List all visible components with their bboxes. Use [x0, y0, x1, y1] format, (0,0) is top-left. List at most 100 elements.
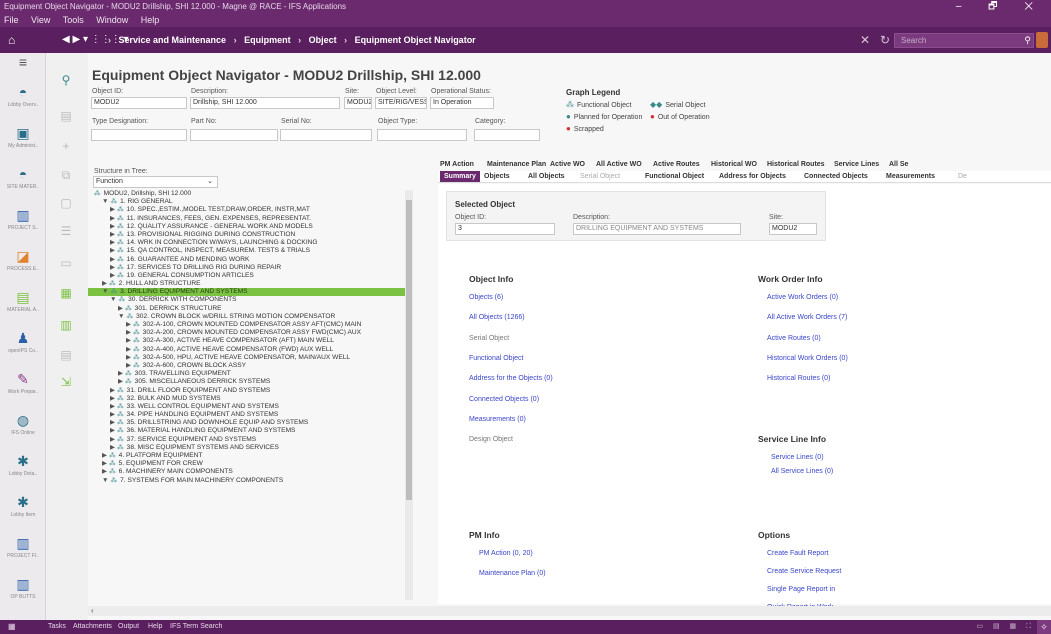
collapsed-icon[interactable]: ▶	[110, 419, 115, 426]
site-field[interactable]: MODU2	[344, 97, 372, 109]
selected-object-id-field[interactable]: 3	[455, 223, 555, 235]
object-type-field[interactable]	[377, 129, 467, 141]
horizontal-scrollbar[interactable]: ‹	[88, 606, 1051, 616]
collapsed-icon[interactable]: ▶	[110, 387, 115, 394]
tab-de[interactable]: De	[958, 173, 967, 180]
tree-scroll-thumb[interactable]	[406, 200, 412, 500]
collapsed-icon[interactable]: ▶	[126, 321, 131, 328]
tree-node[interactable]: ▶ ⁂ 302-A-400, ACTIVE HEAVE COMPENSATOR (F…	[88, 346, 413, 354]
tree-node[interactable]: ▶ ⁂ 4. PLATFORM EQUIPMENT	[88, 452, 413, 460]
expanded-icon[interactable]: ▼	[102, 477, 109, 484]
lobby-item[interactable]: ▥ PROJECT FI..	[0, 536, 46, 559]
chevron-down-icon[interactable]: ⌄	[207, 177, 213, 187]
lobby-item[interactable]: ▤ MATERIAL A..	[0, 290, 46, 313]
tree-node[interactable]: ▶ ⁂ 14. WRK IN CONNECTION W/WAYS, LAUNCHIN…	[88, 239, 413, 247]
scroll-left-icon[interactable]: ‹	[91, 606, 94, 616]
tree-node[interactable]: ▶ ⁂ 2. HULL AND STRUCTURE	[88, 280, 413, 288]
info-link[interactable]: Single Page Report in	[767, 586, 835, 593]
tree-node[interactable]: ▶ ⁂ 303. TRAVELLING EQUIPMENT	[88, 370, 413, 378]
collapsed-icon[interactable]: ▶	[110, 256, 115, 263]
bottom-help[interactable]: Help	[148, 620, 162, 634]
tree-node[interactable]: ▶ ⁂ 17. SERVICES TO DRILLING RIG DURING RE…	[88, 264, 413, 272]
info-link[interactable]: Active Routes (0)	[767, 335, 821, 342]
collapsed-icon[interactable]: ▶	[102, 460, 107, 467]
collapsed-icon[interactable]: ▶	[102, 452, 107, 459]
save-icon[interactable]: ▤	[59, 109, 73, 123]
export-icon[interactable]: ⇲	[59, 375, 73, 389]
duplicate-icon[interactable]: ⧉	[59, 168, 73, 182]
collapsed-icon[interactable]: ▶	[102, 468, 107, 475]
info-link[interactable]: Historical Work Orders (0)	[767, 355, 848, 362]
collapsed-icon[interactable]: ▶	[102, 280, 107, 287]
refresh-icon[interactable]: ↻	[880, 27, 890, 53]
chart-icon[interactable]: ▥	[59, 318, 73, 332]
collapsed-icon[interactable]: ▶	[110, 264, 115, 271]
tree-node[interactable]: ▶ ⁂ 10. SPEC.,ESTIM.,MODEL TEST,DRAW,ORDER…	[88, 206, 413, 214]
tab-measurements[interactable]: Measurements	[886, 173, 935, 180]
collapsed-icon[interactable]: ▶	[110, 403, 115, 410]
collapsed-icon[interactable]: ▶	[126, 354, 131, 361]
tree-scrollbar[interactable]	[405, 190, 413, 600]
window-controls[interactable]: – 🗗 ✕	[956, 0, 1045, 14]
lobby-item[interactable]: ◍ IFS Online	[0, 413, 46, 436]
delete-icon[interactable]: ▢	[59, 196, 73, 210]
expanded-icon[interactable]: ▼	[102, 198, 109, 205]
tree-node[interactable]: ▶ ⁂ 302-A-600, CROWN BLOCK ASSY	[88, 362, 413, 370]
tab-all-active-wo[interactable]: All Active WO	[596, 161, 642, 168]
bottom-ifs-term-search[interactable]: IFS Term Search	[170, 620, 222, 634]
collapsed-icon[interactable]: ▶	[110, 272, 115, 279]
tab-summary[interactable]: Summary	[440, 171, 480, 182]
collapsed-icon[interactable]: ▶	[118, 305, 123, 312]
tab-serial-object[interactable]: Serial Object	[580, 173, 620, 180]
bottom-attachments[interactable]: Attachments	[73, 620, 112, 634]
menu-help[interactable]: Help	[141, 15, 160, 25]
info-link[interactable]: PM Action (0, 20)	[479, 550, 533, 557]
dropdown-icon[interactable]: ▾	[83, 34, 88, 45]
tab-maintenance-plan[interactable]: Maintenance Plan	[487, 161, 546, 168]
lobby-item[interactable]: ◓ Lobby Overv..	[0, 85, 46, 108]
menu-tools[interactable]: Tools	[63, 15, 84, 25]
selected-site-field[interactable]: MODU2	[769, 223, 817, 235]
tab-functional-object[interactable]: Functional Object	[645, 173, 704, 180]
structure-select[interactable]: Function ⌄	[93, 176, 218, 188]
field-icon[interactable]: ▭	[59, 256, 73, 270]
bottom-tasks[interactable]: Tasks	[48, 620, 66, 634]
tree-node[interactable]: ▶ ⁂ 37. SERVICE EQUIPMENT AND SYSTEMS	[88, 436, 413, 444]
operational-status-field[interactable]: In Operation	[430, 97, 494, 109]
collapsed-icon[interactable]: ▶	[110, 215, 115, 222]
info-link[interactable]: All Service Lines (0)	[771, 468, 833, 475]
tab-service-lines[interactable]: Service Lines	[834, 161, 879, 168]
tab-active-wo[interactable]: Active WO	[550, 161, 585, 168]
tab-historical-wo[interactable]: Historical WO	[711, 161, 757, 168]
tree-node[interactable]: ▶ ⁂ 305. MISCELLANEOUS DERRICK SYSTEMS	[88, 378, 413, 386]
lobby-item[interactable]: ✱ Lobby Deta..	[0, 454, 46, 477]
hamburger-menu-icon[interactable]: ≡	[0, 55, 46, 72]
info-link[interactable]: Maintenance Plan (0)	[479, 570, 546, 577]
category-field[interactable]	[474, 129, 540, 141]
expanded-icon[interactable]: ▼	[102, 288, 109, 295]
collapsed-icon[interactable]: ▶	[110, 411, 115, 418]
tab-address-for-objects[interactable]: Address for Objects	[719, 173, 786, 180]
tree-node[interactable]: ▶ ⁂ 301. DERRICK STRUCTURE	[88, 305, 413, 313]
tree-node[interactable]: ▶ ⁂ 302-A-100, CROWN MOUNTED COMPENSATOR A…	[88, 321, 413, 329]
info-link[interactable]: Connected Objects (0)	[469, 396, 539, 403]
tree-node[interactable]: ▶ ⁂ 5. EQUIPMENT FOR CREW	[88, 460, 413, 468]
collapsed-icon[interactable]: ▶	[110, 247, 115, 254]
tree-node[interactable]: ▶ ⁂ 34. PIPE HANDLING EQUIPMENT AND SYSTEM…	[88, 411, 413, 419]
breadcrumb-equipment-object-navigator[interactable]: Equipment Object Navigator	[355, 35, 476, 45]
object-id-field[interactable]: MODU2	[91, 97, 187, 109]
tree-node[interactable]: ▶ ⁂ 38. MISC EQUIPMENT SYSTEMS AND SERVICE…	[88, 444, 413, 452]
info-link[interactable]: Create Service Request	[767, 568, 841, 575]
tab-historical-routes[interactable]: Historical Routes	[767, 161, 825, 168]
info-link[interactable]: Create Fault Report	[767, 550, 828, 557]
tree-node[interactable]: ▶ ⁂ 36. MATERIAL HANDLING EQUIPMENT AND SY…	[88, 427, 413, 435]
tree-node[interactable]: ▶ ⁂ 15. QA CONTROL, INSPECT, MEASUREM. TES…	[88, 247, 413, 255]
tab-all-se[interactable]: All Se	[889, 161, 908, 168]
info-link[interactable]: Service Lines (0)	[771, 454, 824, 461]
info-link[interactable]: All Objects (1266)	[469, 314, 525, 321]
breadcrumb-object[interactable]: Object	[309, 35, 337, 45]
tab-all-objects[interactable]: All Objects	[528, 173, 565, 180]
avatar[interactable]	[1036, 32, 1048, 48]
collapsed-icon[interactable]: ▶	[110, 239, 115, 246]
collapsed-icon[interactable]: ▶	[126, 346, 131, 353]
